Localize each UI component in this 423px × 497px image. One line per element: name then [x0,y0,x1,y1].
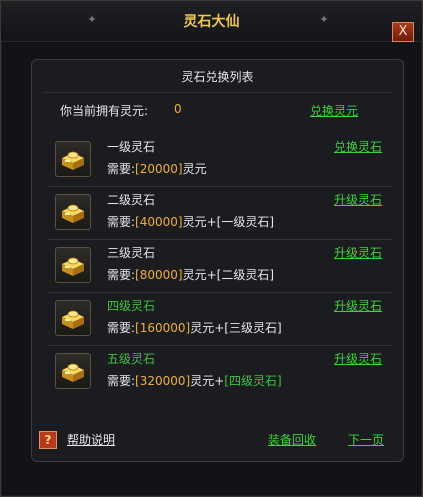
help-link[interactable]: 帮助说明 [67,431,115,448]
gold-ingot-chest-icon [62,204,84,223]
gold-ingot-chest-icon[interactable] [55,247,91,283]
item-requirement: 需要:[80000]灵元+[二级灵石] [107,266,274,283]
req-plus: + [214,321,225,335]
item-name: 一级灵石 [107,140,156,154]
gold-ingot-chest-icon[interactable] [55,194,91,230]
upgrade-stone-link[interactable]: 升级灵石 [334,244,382,261]
req-unit: 灵元 [190,374,215,388]
req-unit: 灵元 [182,215,207,229]
window-title: 灵石大仙 [183,14,240,30]
exchange-stone-link[interactable]: 兑换灵石 [334,138,382,155]
list-item: 四级灵石 需要:[160000]灵元+[三级灵石] 升级灵石 [47,293,392,346]
balance-label: 你当前拥有灵元: [60,104,149,118]
req-amount: [40000] [135,215,183,229]
upgrade-stone-link[interactable]: 升级灵石 [334,191,382,208]
next-page-link[interactable]: 下一页 [348,431,384,448]
footer-bar: ? 帮助说明 装备回收 下一页 [1,429,422,449]
close-button[interactable]: X [392,22,414,42]
exchange-panel: 灵石兑换列表 你当前拥有灵元: 0 兑换灵元 一级灵石 需要:[20000]灵元 [31,59,404,462]
gold-ingot-chest-icon[interactable] [55,353,91,389]
req-amount: [20000] [135,162,183,176]
req-item: [二级灵石] [216,268,275,282]
item-list: 一级灵石 需要:[20000]灵元 兑换灵石 二级灵石 需要:[40000]灵元… [47,134,392,398]
gold-ingot-chest-icon [62,257,84,276]
title-bar[interactable]: ✦ 灵石大仙 ✦ X [1,1,422,42]
divider [44,92,391,93]
req-plus: + [206,268,217,282]
balance-value: 0 [174,102,182,116]
req-amount: [320000] [135,374,191,388]
item-requirement: 需要:[160000]灵元+[三级灵石] [107,319,282,336]
req-label: 需要: [107,321,136,335]
item-requirement: 需要:[20000]灵元 [107,160,207,177]
req-item: [一级灵石] [216,215,275,229]
item-requirement: 需要:[320000]灵元+[四级灵石] [107,372,282,389]
item-name: 五级灵石 [107,352,156,366]
gold-ingot-chest-icon[interactable] [55,300,91,336]
req-label: 需要: [107,162,136,176]
item-name: 三级灵石 [107,246,156,260]
req-label: 需要: [107,268,136,282]
lingshi-daxian-window: ✦ 灵石大仙 ✦ X 灵石兑换列表 你当前拥有灵元: 0 兑换灵元 一级灵石 需… [0,0,423,497]
panel-title: 灵石兑换列表 [181,70,254,84]
equipment-recycle-link[interactable]: 装备回收 [268,431,316,448]
list-item: 五级灵石 需要:[320000]灵元+[四级灵石] 升级灵石 [47,346,392,398]
help-icon[interactable]: ? [39,431,57,449]
item-name: 二级灵石 [107,193,156,207]
req-amount: [80000] [135,268,183,282]
gold-ingot-chest-icon [62,310,84,329]
item-requirement: 需要:[40000]灵元+[一级灵石] [107,213,274,230]
req-amount: [160000] [135,321,191,335]
gold-ingot-chest-icon [62,151,84,170]
list-item: 一级灵石 需要:[20000]灵元 兑换灵石 [47,134,392,187]
upgrade-stone-link[interactable]: 升级灵石 [334,297,382,314]
req-label: 需要: [107,215,136,229]
req-item: [四级灵石] [224,374,282,388]
req-item: [三级灵石] [224,321,282,335]
req-unit: 灵元 [190,321,215,335]
req-unit: 灵元 [182,162,207,176]
item-name: 四级灵石 [107,299,156,313]
list-item: 二级灵石 需要:[40000]灵元+[一级灵石] 升级灵石 [47,187,392,240]
req-label: 需要: [107,374,136,388]
gold-ingot-chest-icon[interactable] [55,141,91,177]
exchange-lingyuan-link[interactable]: 兑换灵元 [310,102,358,119]
req-plus: + [214,374,225,388]
upgrade-stone-link[interactable]: 升级灵石 [334,350,382,367]
gold-ingot-chest-icon [62,363,84,382]
rivet-icon: ✦ [319,13,329,26]
req-plus: + [206,215,217,229]
list-item: 三级灵石 需要:[80000]灵元+[二级灵石] 升级灵石 [47,240,392,293]
req-unit: 灵元 [182,268,207,282]
